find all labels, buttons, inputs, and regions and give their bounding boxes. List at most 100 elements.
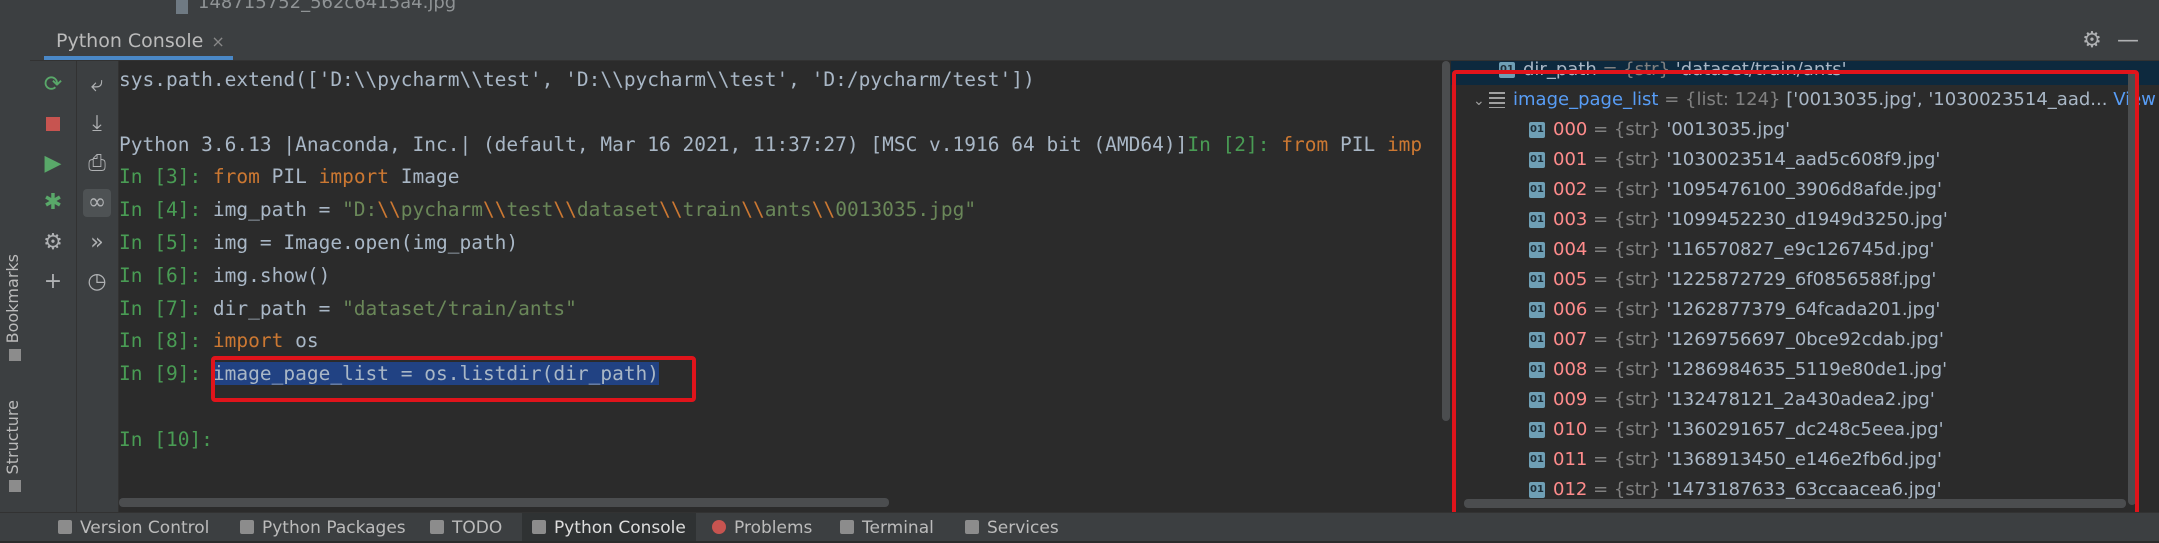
header-actions: ⚙ — xyxy=(2069,28,2141,54)
console-horizontal-scrollbar[interactable] xyxy=(119,498,889,507)
tool-tab-label: Problems xyxy=(734,518,813,538)
close-icon[interactable]: × xyxy=(211,32,224,51)
tool-tab-label: TODO xyxy=(452,518,503,538)
code-token: "dataset/train/ants" xyxy=(342,297,577,320)
console-output[interactable]: sys.path.extend(['D:\\pycharm\\test', 'D… xyxy=(119,61,1441,512)
code-token: img_path = xyxy=(212,198,343,221)
code-token: pycharm xyxy=(400,198,483,221)
python-icon xyxy=(532,520,546,534)
tool-window-bar: Version Control Python Packages TODO Python… xyxy=(0,512,2159,541)
tool-tab-label: Python Packages xyxy=(262,518,406,538)
structure-side-tab-label: Structure xyxy=(3,400,22,475)
code-token: PIL xyxy=(1339,133,1387,156)
code-token: from xyxy=(212,165,272,188)
code-token: dir_path = xyxy=(212,297,343,320)
console-header: Python Console × ⚙ — xyxy=(30,22,2159,61)
code-token: \\ xyxy=(659,198,683,221)
code-token: dataset xyxy=(576,198,660,221)
structure-icon xyxy=(9,480,21,493)
tool-tab-version-control[interactable]: Version Control xyxy=(48,513,219,541)
scroll-to-end-icon[interactable]: ⤓ xyxy=(83,110,111,138)
console-scroll-thumb[interactable] xyxy=(1442,61,1450,421)
editor-tab-strip: 148715752_562c6415a4.jpg xyxy=(0,0,2159,22)
debug-icon[interactable]: ✱ xyxy=(39,189,67,217)
console-prompt: In [3]: xyxy=(119,165,213,188)
tool-tab-todo[interactable]: TODO xyxy=(420,513,512,541)
code-token: Image xyxy=(400,165,460,188)
code-token: \\ xyxy=(482,198,507,221)
terminal-icon xyxy=(840,520,854,534)
bookmarks-side-tab[interactable]: Bookmarks xyxy=(3,254,27,362)
todo-icon xyxy=(430,520,444,534)
structure-side-tab[interactable]: Structure xyxy=(3,400,27,493)
tab-python-console-label: Python Console xyxy=(56,30,204,52)
console-prompt: In [10]: xyxy=(119,428,225,451)
code-token: img = Image.open(img_path) xyxy=(212,231,519,254)
console-prompt: In [5]: xyxy=(119,231,213,254)
tool-tab-python-console[interactable]: Python Console xyxy=(522,513,696,541)
console-line: In [7]: dir_path = "dataset/train/ants" xyxy=(119,296,577,322)
editor-file-tab[interactable]: 148715752_562c6415a4.jpg xyxy=(176,0,476,14)
packages-icon xyxy=(240,520,254,534)
gear-icon[interactable]: ⚙ xyxy=(2079,28,2105,54)
show-variables-icon[interactable]: ∞ xyxy=(83,189,111,217)
tool-tab-problems[interactable]: Problems xyxy=(702,513,822,541)
tool-tab-python-packages[interactable]: Python Packages xyxy=(230,513,416,541)
tab-python-console[interactable]: Python Console × xyxy=(44,22,233,60)
image-file-icon xyxy=(176,0,188,14)
console-line: In [10]: xyxy=(119,427,225,453)
code-token: \\ xyxy=(377,198,401,221)
services-icon xyxy=(965,520,979,534)
stop-icon[interactable] xyxy=(39,110,67,138)
highlight-box-code xyxy=(211,356,696,402)
code-token: import xyxy=(212,329,296,352)
console-toolbar-secondary: ⤶ ⤓ ⎙ ∞ » ◷ xyxy=(77,61,119,512)
bookmark-icon xyxy=(9,349,21,362)
tool-tab-services[interactable]: Services xyxy=(955,513,1069,541)
code-token: ants xyxy=(764,198,812,221)
console-line: In [8]: import os xyxy=(119,328,319,354)
tool-tab-label: Version Control xyxy=(80,518,210,538)
highlight-box-variables xyxy=(1452,70,2139,523)
minimize-icon[interactable]: — xyxy=(2115,28,2141,54)
left-tool-strip: Bookmarks Structure xyxy=(0,22,31,512)
console-line: In [5]: img = Image.open(img_path) xyxy=(119,230,518,256)
code-token: os xyxy=(295,329,319,352)
soft-wrap-icon[interactable]: ⤶ xyxy=(83,71,111,99)
run-icon[interactable]: ▶ xyxy=(39,150,67,178)
code-token: imp xyxy=(1386,133,1423,156)
print-icon[interactable]: ⎙ xyxy=(83,150,111,178)
console-prompt: In [7]: xyxy=(119,297,213,320)
code-token: sys.path.extend(['D:\\pycharm\\test', 'D… xyxy=(119,68,1035,91)
code-token: Python 3.6.13 |Anaconda, Inc.| (default,… xyxy=(119,133,1188,156)
console-line: In [4]: img_path = "D:\\pycharm\\test\\d… xyxy=(119,197,976,223)
console-toolbar-primary: ⟳ ▶ ✱ ⚙ + xyxy=(30,61,77,512)
rerun-icon[interactable]: ⟳ xyxy=(39,71,67,99)
code-token: In [2]: xyxy=(1187,133,1282,156)
console-prompt: In [4]: xyxy=(119,198,213,221)
code-token: PIL xyxy=(271,165,319,188)
console-line: In [6]: img.show() xyxy=(119,263,330,289)
console-line: In [3]: from PIL import Image xyxy=(119,164,459,190)
code-token: from xyxy=(1281,133,1340,156)
code-token: train xyxy=(682,198,742,221)
code-token: "D: xyxy=(342,198,378,221)
history-icon[interactable]: ◷ xyxy=(83,268,111,296)
tool-tab-label: Terminal xyxy=(862,518,934,538)
editor-file-tab-label: 148715752_562c6415a4.jpg xyxy=(198,0,457,13)
code-token: \\ xyxy=(741,198,765,221)
tool-tab-label: Services xyxy=(987,518,1059,538)
problems-icon xyxy=(712,520,726,534)
code-token: 0013035.jpg" xyxy=(835,198,977,221)
code-token: \\ xyxy=(811,198,836,221)
tool-tab-terminal[interactable]: Terminal xyxy=(830,513,944,541)
console-vertical-scrollbar[interactable] xyxy=(1441,61,1451,421)
settings-icon[interactable]: ⚙ xyxy=(39,229,67,257)
console-prompt: In [9]: xyxy=(119,362,213,385)
console-line: Python 3.6.13 |Anaconda, Inc.| (default,… xyxy=(119,132,1422,158)
code-token: test xyxy=(506,198,554,221)
execute-icon[interactable]: » xyxy=(83,229,111,257)
new-console-icon[interactable]: + xyxy=(39,268,67,296)
console-prompt: In [6]: xyxy=(119,264,213,287)
bookmarks-side-tab-label: Bookmarks xyxy=(3,254,22,344)
